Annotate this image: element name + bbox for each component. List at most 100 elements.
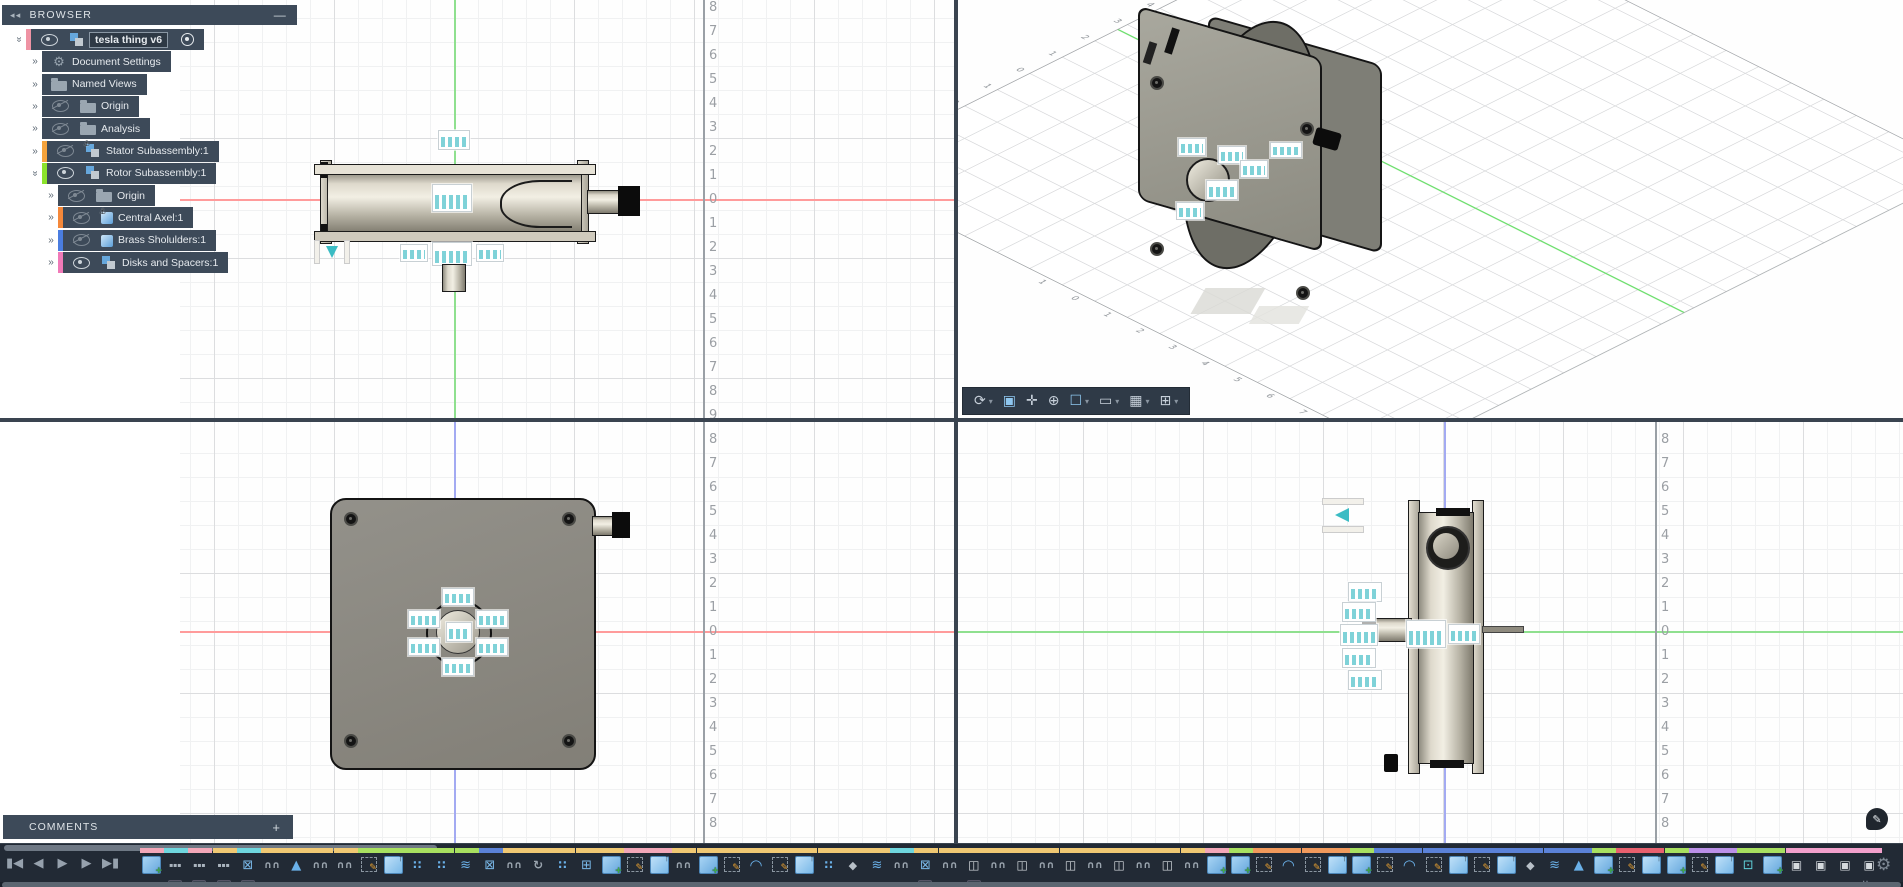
timeline-feature-pattern[interactable]: ∷ [430,848,455,887]
timeline-feature-extrude[interactable]: ↑ [1713,848,1737,887]
viewport-iso[interactable]: 109876543210123451012345678910 Z TOP FRO… [958,0,1903,418]
expand-chevron-icon[interactable]: » [44,257,58,268]
timeline-feature-joint[interactable]: ∩∩ [261,848,285,887]
visibility-off-eye-icon[interactable] [68,189,85,202]
timeline-feature-sketch[interactable]: ✎ [357,848,382,887]
timeline-feature-sketch[interactable]: ✎ [720,848,745,887]
timeline-feature-comp[interactable]: + [1229,848,1253,887]
timeline-feature-pattern[interactable]: ∷ [406,848,431,887]
joint-glyph[interactable] [432,184,472,212]
timeline-feature-comp[interactable]: + [696,848,721,887]
timeline-feature-project[interactable]: ⊡ [1737,848,1762,887]
timeline-feature-sketch[interactable]: ✎ [1422,848,1447,887]
timeline-feature-sketch[interactable]: ✎ [1374,848,1399,887]
expand-chevron-icon[interactable]: » [44,212,58,223]
timeline-feature-asbuilt[interactable]: ◫ [1059,848,1084,887]
timeline-feature-paste[interactable]: ⊠ [478,848,503,887]
collapse-panel-icon[interactable]: ◂◂ [10,10,21,21]
timeline-feature-paste[interactable]: ⊠+ [236,848,261,887]
comments-bar[interactable]: COMMENTS + [3,815,293,839]
expand-chevron-icon[interactable]: » [28,79,42,90]
timeline-feature-asbuilt[interactable]: ◫+ [962,848,987,887]
display-settings-dropdown-arrow[interactable]: ▾ [1115,397,1119,406]
timeline-feature-form[interactable]: ◠ [1277,848,1302,887]
visibility-off-eye-icon[interactable] [57,145,74,157]
tree-row-box[interactable]: tesla thing v6 [26,29,205,50]
tree-row-origin[interactable]: » Origin [28,95,140,117]
zoom-icon[interactable]: ⊕ [1048,393,1060,409]
tree-row-box[interactable]: Named Views [42,73,147,95]
model-iso-view[interactable] [1018,5,1398,340]
joint-glyph[interactable] [432,242,472,266]
timeline-feature-comp[interactable]: + [599,848,624,887]
expand-chevron-icon[interactable]: » [14,33,25,47]
timeline-feature-extrude[interactable]: ↑ [648,848,673,887]
timeline-feature-comp[interactable]: + [1592,848,1616,887]
step-back-button[interactable]: ◀ [30,856,47,871]
model-front-view[interactable] [300,128,645,292]
model-top-view[interactable] [330,498,640,770]
timeline-feature-rigid[interactable]: ▣ [1809,848,1834,887]
marker-pencil-badge[interactable]: ✎ [1866,808,1888,830]
timeline-feature-joint[interactable]: ∩∩ [890,848,915,887]
visibility-eye-icon[interactable] [73,256,90,269]
timeline-feature-sketch[interactable]: ✎ [1301,848,1326,887]
timeline-feature-form[interactable]: ◠ [1398,848,1423,887]
tree-row-rotor-subassembly-1[interactable]: » Rotor Subassembly:1 [28,162,217,184]
timeline-feature-joint[interactable]: ∩∩ [1083,848,1108,887]
step-forward-button[interactable]: ▶ [78,856,95,871]
viewport-divider-horizontal[interactable] [0,418,1903,422]
visibility-off-eye-icon[interactable] [52,122,69,135]
timeline-feature-sketch[interactable]: ✎ [1616,848,1641,887]
timeline-feature-comp[interactable]: + [1761,848,1786,887]
visibility-off-eye-icon[interactable] [73,211,90,224]
timeline-feature-rigid[interactable]: ▣ [1785,848,1810,887]
pan-icon[interactable]: ✛ [1026,393,1038,409]
timeline-feature-extrude[interactable]: ↑ [1325,848,1350,887]
play-button[interactable]: ▶ [54,856,71,871]
model-side-view[interactable] [1322,490,1524,786]
timeline-feature-form[interactable]: ◠ [745,848,769,887]
tree-row-origin[interactable]: » Origin [44,185,156,207]
viewport-top[interactable]: 8 7 6 5 4 3 2 1 0 1 2 3 4 5 6 7 8 [0,422,954,843]
timeline-feature-asbuilt[interactable]: ◫ [1011,848,1036,887]
expand-chevron-icon[interactable]: » [28,123,42,134]
timeline-feature-joint[interactable]: ∩∩ [1180,848,1205,887]
expand-chevron-icon[interactable]: » [28,101,42,112]
grid-and-snaps-icon[interactable]: ▦ ▾ [1129,393,1149,409]
tree-row-tesla-thing-v6[interactable]: » tesla thing v6 [12,29,205,50]
grid-and-snaps-dropdown-arrow[interactable]: ▾ [1146,397,1150,406]
tree-row-document-settings[interactable]: » ⚙ Document Settings [28,51,171,73]
tree-row-box[interactable]: Origin [58,185,156,207]
visibility-off-eye-icon[interactable] [52,100,69,113]
timeline-settings-gear-icon[interactable]: ⚙ [1876,855,1891,875]
tree-row-box[interactable]: Rotor Subassembly:1 [42,162,217,184]
viewport-right[interactable]: 8 7 6 5 4 3 2 1 0 1 2 3 4 5 6 7 8 ✎ [958,422,1903,843]
timeline-feature-mirror[interactable]: ▲ [285,848,310,887]
fit-dropdown-arrow[interactable]: ▾ [1085,397,1089,406]
timeline-feature-comp[interactable]: + [1350,848,1374,887]
tree-row-stator-subassembly-1[interactable]: » ⚓ Stator Subassembly:1 [28,139,219,162]
timeline-feature-joint[interactable]: ∩∩ [309,848,334,887]
timeline-scrollbar-thumb[interactable] [2,882,1901,887]
timeline-feature-threads[interactable]: ≋ [454,848,479,887]
timeline-feature-sketch[interactable]: ✎ [1688,848,1713,887]
skip-to-end-button[interactable]: ▶▮ [102,856,119,871]
timeline-feature-revolve[interactable]: ↻ [527,848,552,887]
fit-icon[interactable]: ☐ ▾ [1069,393,1089,409]
timeline-feature-dots[interactable]: ▪▪▪+ [188,848,213,887]
expand-chevron-icon[interactable]: » [28,56,42,67]
timeline-feature-joint[interactable]: ∩∩ [672,848,697,887]
timeline-feature-rigid[interactable]: ▣ [1834,848,1858,887]
timeline-feature-comp[interactable]: + [140,848,164,887]
timeline-feature-asbuilt[interactable]: ◫ [1108,848,1132,887]
expand-chevron-icon[interactable]: » [30,166,41,180]
timeline-feature-sketch[interactable]: ✎ [769,848,794,887]
joint-glyph[interactable] [400,244,428,262]
tree-row-central-axel-1[interactable]: » ⚓ Central Axel:1 [44,207,194,229]
tree-row-analysis[interactable]: » Analysis [28,118,151,140]
timeline-feature-comp[interactable]: + [1664,848,1689,887]
timeline-feature-joint[interactable]: ∩∩ [1035,848,1060,887]
timeline-feature-threads[interactable]: ≋ [866,848,890,887]
timeline-feature-extrude[interactable]: ↑ [1640,848,1665,887]
